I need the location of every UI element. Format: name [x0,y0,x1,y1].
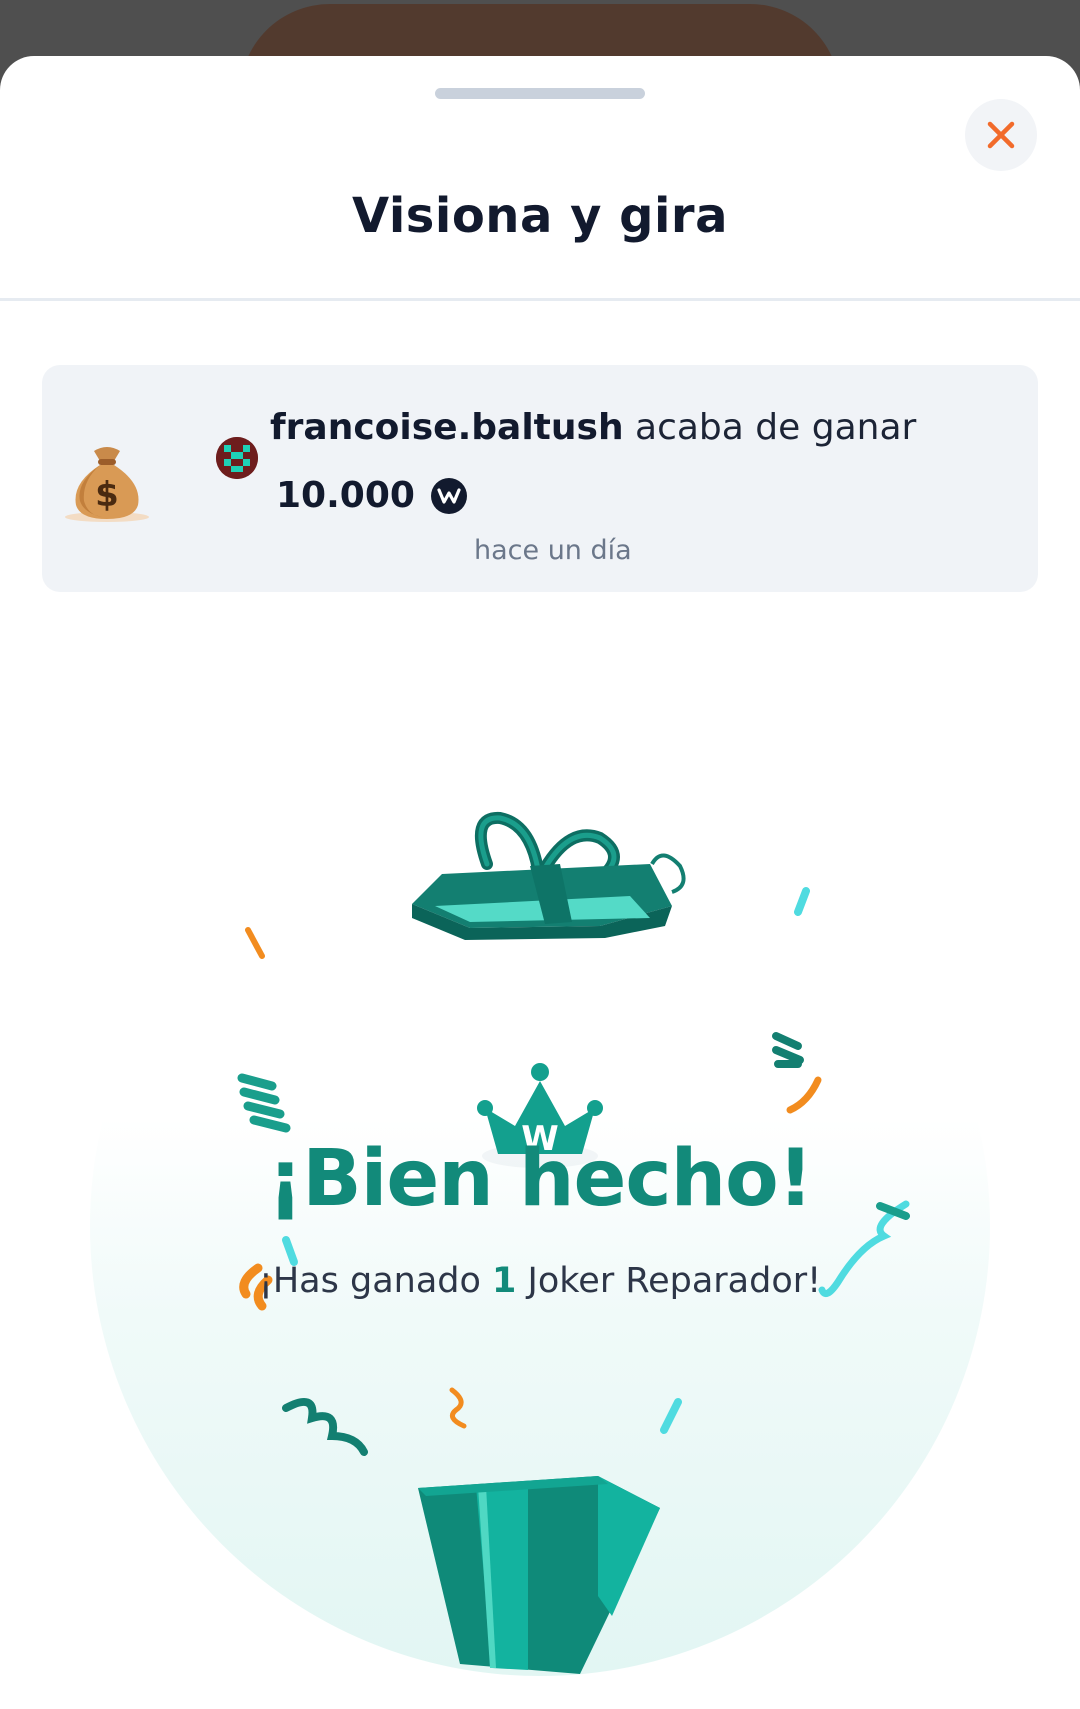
reward-message-prefix: ¡Has ganado [258,1261,493,1301]
gift-box-icon [418,1476,660,1674]
bottom-sheet-modal: Visiona y gira $ francoise.baltush acaba… [0,56,1080,1709]
reward-illustration: W [237,811,910,1674]
reward-message: ¡Has ganado 1 Joker Reparador! [0,1261,1080,1301]
success-headline: ¡Bien hecho! [267,1134,814,1224]
reward-message-suffix: Joker Reparador! [516,1261,822,1301]
reward-count: 1 [492,1261,517,1301]
gift-lid-icon [412,811,686,940]
